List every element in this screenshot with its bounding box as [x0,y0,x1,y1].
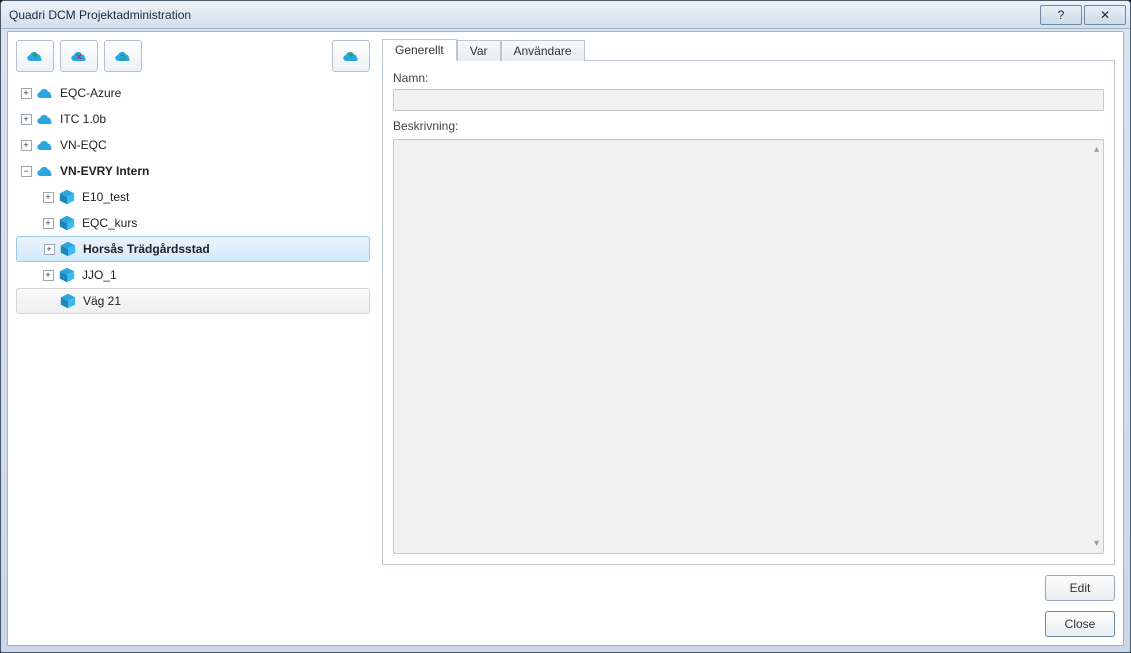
scroll-down-icon: ▾ [1094,538,1099,549]
close-button[interactable]: Close [1045,611,1115,637]
tree-label: EQC_kurs [78,216,137,230]
tree-label: ITC 1.0b [56,112,106,126]
tree-label: VN-EQC [56,138,107,152]
edit-button[interactable]: Edit [1045,575,1115,601]
titlebar-close-button[interactable]: ✕ [1084,5,1126,25]
cloud-icon [34,164,56,178]
tree-label: JJO_1 [78,268,117,282]
expander-icon[interactable]: + [18,137,34,153]
description-textarea[interactable]: ▴ ▾ [393,139,1104,554]
svg-text:+: + [32,51,38,62]
cloud-icon [34,112,56,126]
close-icon: ✕ [1100,8,1110,22]
cube-icon [56,214,78,232]
scroll-up-icon: ▴ [1094,144,1099,155]
cube-icon [57,292,79,310]
tree-label: Väg 21 [79,294,121,308]
expander-icon[interactable]: + [40,215,56,231]
help-icon: ? [1058,8,1065,22]
expander-icon[interactable]: + [40,267,56,283]
tree-server-row[interactable]: + ITC 1.0b [16,106,370,132]
main-window: Quadri DCM Projektadministration ? ✕ + × [0,0,1131,653]
name-input[interactable] [393,89,1104,111]
name-label: Namn: [393,71,1104,85]
expander-icon[interactable]: − [18,163,34,179]
toolbar: + × + [16,40,370,72]
refresh-server-button[interactable] [104,40,142,72]
button-row-2: Close [382,601,1115,637]
tree-label: E10_test [78,190,129,204]
tree-server-row[interactable]: + VN-EQC [16,132,370,158]
tree-server-row[interactable]: − VN-EVRY Intern [16,158,370,184]
expander-icon[interactable]: + [18,111,34,127]
new-project-button[interactable]: + [332,40,370,72]
cube-icon [57,240,79,258]
tree-project-row-selected[interactable]: + Horsås Trädgårdsstad [16,236,370,262]
expander-icon[interactable]: + [41,241,57,257]
expander-icon[interactable]: + [18,85,34,101]
cube-icon [56,188,78,206]
toolbar-spacer [148,40,326,72]
tab-strip: Generellt Var Användare [382,38,1115,60]
left-pane: + × + + EQC-Azure [8,32,378,645]
tree-project-row[interactable]: + Väg 21 [16,288,370,314]
cloud-new-icon: + [341,49,361,63]
tree-server-row[interactable]: + EQC-Azure [16,80,370,106]
remove-server-button[interactable]: × [60,40,98,72]
tree-project-row[interactable]: + JJO_1 [16,262,370,288]
cloud-delete-icon: × [69,49,89,63]
button-row: Edit [382,565,1115,601]
expander-icon[interactable]: + [40,189,56,205]
project-tree[interactable]: + EQC-Azure + ITC 1.0b + VN-EQC − [16,80,370,637]
tree-label: EQC-Azure [56,86,121,100]
cloud-refresh-icon [113,49,133,63]
tree-label: VN-EVRY Intern [56,164,149,178]
svg-text:+: + [348,51,354,62]
cloud-plus-icon: + [25,49,45,63]
svg-text:×: × [76,52,82,63]
tab-content: Namn: Beskrivning: ▴ ▾ [382,60,1115,565]
window-body: + × + + EQC-Azure [7,31,1124,646]
window-title: Quadri DCM Projektadministration [9,8,1038,22]
tree-label: Horsås Trädgårdsstad [79,242,210,256]
cloud-icon [34,138,56,152]
tab-anvandare[interactable]: Användare [501,40,585,61]
cloud-icon [34,86,56,100]
tree-project-row[interactable]: + EQC_kurs [16,210,370,236]
title-bar: Quadri DCM Projektadministration ? ✕ [1,1,1130,29]
tab-var[interactable]: Var [457,40,501,61]
add-server-button[interactable]: + [16,40,54,72]
right-pane: Generellt Var Användare Namn: Beskrivnin… [378,32,1123,645]
cube-icon [56,266,78,284]
tab-generellt[interactable]: Generellt [382,39,457,61]
tree-project-row[interactable]: + E10_test [16,184,370,210]
description-label: Beskrivning: [393,119,1104,133]
help-button[interactable]: ? [1040,5,1082,25]
